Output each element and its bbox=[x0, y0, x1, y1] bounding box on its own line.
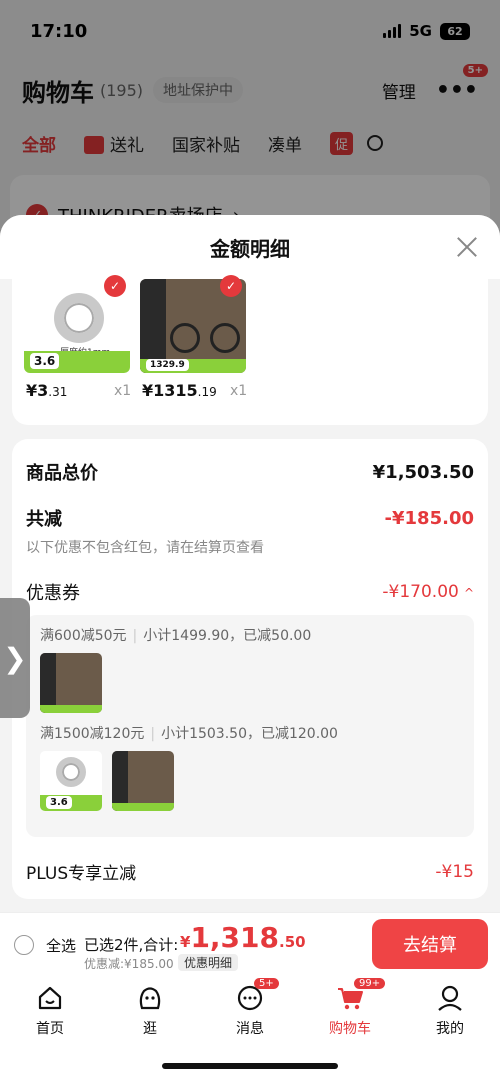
product-item[interactable]: 厚度约1mm 3.6 ✓ ¥3.31 x1 bbox=[24, 275, 131, 400]
coupon-value-wrap: -¥170.00 ^ bbox=[382, 582, 474, 602]
tab-home-label: 首页 bbox=[36, 1021, 64, 1037]
chevron-up-icon: ^ bbox=[463, 586, 474, 600]
plus-label: PLUS专享立减 bbox=[26, 864, 137, 884]
tab-profile-label: 我的 bbox=[436, 1021, 464, 1037]
wheel bbox=[170, 323, 200, 353]
discount-row: 共减 -¥185.00 bbox=[26, 505, 474, 531]
spec-strip bbox=[40, 653, 56, 713]
tab-home[interactable]: 首页 bbox=[20, 984, 80, 1038]
total-int: 1,318 bbox=[190, 921, 280, 954]
thumb-tag: 3.6 bbox=[30, 353, 60, 369]
divider: | bbox=[150, 726, 156, 742]
thumb-tag: 3.6 bbox=[46, 796, 72, 809]
total-label: 商品总价 bbox=[26, 463, 98, 484]
coupon-label: 优惠券 bbox=[26, 583, 80, 604]
price-dec: .19 bbox=[197, 385, 217, 399]
profile-icon bbox=[436, 984, 464, 1012]
message-badge: 5+ bbox=[254, 978, 279, 989]
total-row: 商品总价 ¥1,503.50 bbox=[26, 439, 474, 485]
home-icon bbox=[36, 984, 64, 1012]
discount-value: -¥185.00 bbox=[384, 507, 474, 529]
price-tag-strip: 3.6 bbox=[40, 795, 102, 811]
coupon-value: -¥170.00 bbox=[382, 582, 459, 602]
sheet-title: 金额明细 bbox=[210, 236, 290, 261]
tab-browse-label: 逛 bbox=[143, 1021, 157, 1037]
coupon-rule: 满1500减120元 bbox=[40, 726, 145, 742]
tab-cart[interactable]: 99+ 购物车 bbox=[320, 978, 386, 1038]
total-value: ¥1,503.50 bbox=[372, 461, 474, 483]
browse-icon bbox=[136, 984, 164, 1012]
tab-messages[interactable]: 5+ 消息 bbox=[220, 978, 280, 1038]
coupon-product-thumb bbox=[40, 653, 102, 713]
washer-image bbox=[54, 293, 104, 343]
product-price: ¥3.31 bbox=[26, 381, 67, 400]
price-summary: 商品总价 ¥1,503.50 共减 -¥185.00 以下优惠不包含红包，请在结… bbox=[12, 439, 488, 899]
coupon-detail: 小计1499.90，已减50.00 bbox=[143, 628, 312, 644]
side-expand-handle[interactable]: ❯ bbox=[0, 598, 30, 718]
message-icon: 5+ bbox=[236, 978, 279, 1012]
coupon-detail: 小计1503.50，已减120.00 bbox=[161, 726, 338, 742]
plus-row: PLUS专享立减 -¥15 bbox=[26, 859, 474, 885]
price-int: ¥1315 bbox=[142, 381, 198, 400]
price-tag-strip: 1329.9 bbox=[140, 359, 246, 373]
tab-cart-label: 购物车 bbox=[329, 1021, 371, 1037]
cart-icon: 99+ bbox=[336, 978, 386, 1012]
discount-note: 以下优惠不包含红包，请在结算页查看 bbox=[26, 540, 264, 556]
coupon-products: 3.6 bbox=[40, 751, 460, 811]
discount-detail-link[interactable]: 优惠明细 bbox=[178, 954, 239, 971]
coupon-item: 满1500减120元 | 小计1503.50，已减120.00 bbox=[40, 723, 460, 743]
select-all-radio[interactable] bbox=[14, 935, 34, 955]
checkout-bar: 全选 已选2件,合计: ¥1,318.50 优惠减:¥185.00 优惠明细 去… bbox=[0, 912, 500, 974]
price-int: ¥3 bbox=[26, 381, 49, 400]
coupon-rule: 满600减50元 bbox=[40, 628, 127, 644]
coupon-product-thumb: 3.6 bbox=[40, 751, 102, 811]
product-price: ¥1315.19 bbox=[142, 381, 217, 400]
product-list: 厚度约1mm 3.6 ✓ ¥3.31 x1 1329.9 ✓ ¥1315.19 … bbox=[12, 275, 488, 425]
price-tag-strip: 3.6 bbox=[24, 351, 130, 373]
amount-detail-sheet: 金额明细 厚度约1mm 3.6 ✓ ¥3.31 x1 1329.9 ✓ bbox=[0, 215, 500, 912]
select-all-label[interactable]: 全选 bbox=[46, 935, 76, 956]
tab-messages-label: 消息 bbox=[236, 1021, 264, 1037]
price-dec: .31 bbox=[48, 385, 68, 399]
total-currency: ¥ bbox=[180, 933, 191, 951]
wheel bbox=[210, 323, 240, 353]
coupon-row[interactable]: 优惠券 -¥170.00 ^ bbox=[26, 579, 474, 605]
plus-value: -¥15 bbox=[435, 861, 474, 882]
checkout-total: ¥1,318.50 bbox=[180, 921, 306, 954]
discount-summary: 优惠减:¥185.00 bbox=[84, 957, 174, 971]
tab-browse[interactable]: 逛 bbox=[120, 984, 180, 1038]
bike-image bbox=[170, 319, 240, 353]
coupon-products bbox=[40, 653, 460, 713]
cart-badge: 99+ bbox=[354, 978, 386, 989]
sheet-header: 金额明细 bbox=[0, 215, 500, 279]
close-icon[interactable] bbox=[456, 236, 478, 258]
product-qty: x1 bbox=[114, 383, 132, 399]
coupon-details: 满600减50元 | 小计1499.90，已减50.00 满1500减120元 | 小计… bbox=[26, 615, 474, 837]
tab-profile[interactable]: 我的 bbox=[420, 984, 480, 1038]
thumb-tag: 1329.9 bbox=[146, 359, 189, 371]
divider: | bbox=[132, 628, 138, 644]
coupon-product-thumb bbox=[112, 751, 174, 811]
washer-image bbox=[56, 757, 86, 787]
price-tag-strip bbox=[40, 705, 102, 713]
discount-label: 共减 bbox=[26, 509, 62, 530]
checkout-button[interactable]: 去结算 bbox=[372, 919, 488, 969]
home-indicator bbox=[162, 1063, 338, 1069]
product-qty: x1 bbox=[230, 383, 248, 399]
product-item[interactable]: 1329.9 ✓ ¥1315.19 x1 bbox=[140, 275, 247, 400]
price-tag-strip bbox=[112, 803, 174, 811]
product-check-icon[interactable]: ✓ bbox=[220, 275, 242, 297]
spec-strip bbox=[112, 751, 128, 811]
total-dec: .50 bbox=[279, 933, 306, 951]
selected-summary: 已选2件,合计: bbox=[84, 936, 179, 954]
product-check-icon[interactable]: ✓ bbox=[104, 275, 126, 297]
coupon-item: 满600减50元 | 小计1499.90，已减50.00 bbox=[40, 625, 460, 645]
